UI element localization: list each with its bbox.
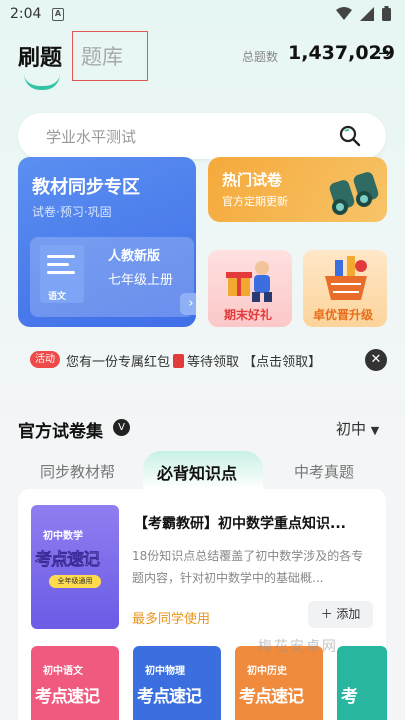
mini-cover-title: 考点速记 (137, 687, 202, 707)
mini-cover-title: 考点速记 (239, 687, 304, 707)
hot-papers-title: 热门试卷 (222, 171, 283, 189)
wifi-icon (336, 6, 352, 20)
search-icon[interactable] (338, 124, 362, 148)
mini-cover-subject: 初中物理 (145, 666, 185, 677)
caret-down-icon: ▼ (370, 424, 380, 437)
book-icon: 语文 (40, 245, 84, 303)
book-subject-label: 语文 (48, 292, 67, 302)
cover-main-title: 考点速记 (35, 550, 101, 571)
red-packet-promo[interactable]: 活动 您有一份专属红包 等待领取 【点击领取】 (30, 349, 365, 371)
textbook-grade: 七年级上册 (108, 273, 174, 288)
activity-badge: 活动 (30, 351, 60, 368)
cell-signal-icon (360, 6, 374, 21)
tab-key-knowledge[interactable]: 必背知识点 (143, 451, 263, 489)
status-bar: 2:04 A (0, 0, 405, 30)
next-cover-image[interactable]: 考 (337, 646, 387, 720)
math-cover-image[interactable]: 初中数学 考点速记 全年级通用 (31, 505, 119, 629)
textbook-sync-title: 教材同步专区 (32, 177, 140, 198)
physics-cover-image[interactable]: 初中物理 考点速记 (133, 646, 221, 720)
battery-icon (382, 6, 391, 21)
add-button[interactable]: ＋ 添加 (308, 601, 373, 628)
list-item-hint: 最多同学使用 (132, 612, 211, 627)
add-button-label: 添加 (336, 607, 361, 621)
search-bar[interactable]: 学业水平测试 (18, 113, 386, 159)
hot-papers-subtitle: 官方定期更新 (222, 195, 288, 208)
gift-icon (226, 261, 272, 302)
close-icon[interactable]: ✕ (365, 349, 387, 371)
mini-cover-title: 考点速记 (35, 687, 100, 707)
mini-cover-title: 考 (341, 687, 358, 707)
promo-text-before: 您有一份专属红包 (66, 355, 171, 370)
cover-pill: 全年级通用 (49, 575, 101, 588)
textbook-edition: 人教新版 (108, 249, 161, 264)
status-time: 2:04 (10, 6, 42, 22)
promo-text-after: 等待领取 【点击领取】 (187, 355, 322, 370)
tab-sync-textbook[interactable]: 同步教材帮 (40, 461, 115, 482)
tab-question-bank-label: 题库 (81, 45, 123, 69)
tab-question-bank[interactable]: 题库 (72, 31, 148, 81)
hot-papers-card[interactable]: 热门试卷 官方定期更新 (208, 157, 387, 222)
search-input[interactable]: 学业水平测试 (46, 126, 136, 147)
watermark: 梅花安卓网 (258, 639, 338, 655)
arrow-right-icon[interactable]: → (378, 44, 391, 62)
list-item-description: 18份知识点总结覆盖了初中数学涉及的各专题内容，针对初中数学中的基础概... (132, 549, 364, 585)
upgrade-label: 卓优晋升级 (313, 308, 374, 322)
basket-icon (325, 256, 367, 300)
verified-badge-icon: V (113, 419, 130, 436)
total-questions-label: 总题数 (242, 50, 279, 64)
cover-subject: 初中数学 (43, 531, 83, 542)
history-cover-image[interactable]: 初中历史 考点速记 (235, 646, 323, 720)
tab-practice[interactable]: 刷题 (18, 40, 62, 72)
level-dropdown-value: 初中 (336, 420, 367, 438)
mini-cover-subject: 初中语文 (43, 666, 83, 677)
notification-icon: A (52, 8, 64, 21)
list-item-title[interactable]: 【考霸教研】初中数学重点知识... (134, 513, 346, 533)
chinese-cover-image[interactable]: 初中语文 考点速记 (31, 646, 119, 720)
status-icons (336, 6, 391, 21)
promo-text[interactable]: 您有一份专属红包 等待领取 【点击领取】 (66, 351, 321, 370)
holiday-gift-label: 期末好礼 (224, 308, 273, 322)
tab-active-indicator (24, 74, 60, 90)
plus-icon: ＋ (320, 607, 333, 621)
binoculars-icon (329, 172, 379, 215)
upgrade-card[interactable]: 卓优晋升级 (303, 250, 387, 327)
level-dropdown[interactable]: 初中 ▼ (336, 418, 379, 439)
tab-exam-papers[interactable]: 中考真题 (294, 461, 354, 482)
textbook-sync-subtitle: 试卷·预习·巩固 (32, 205, 112, 219)
tab-key-knowledge-label: 必背知识点 (157, 464, 238, 483)
red-envelope-icon (173, 354, 185, 368)
textbook-sync-card[interactable]: 教材同步专区 试卷·预习·巩固 语文 人教新版 七年级上册 › (18, 157, 196, 327)
chevron-right-icon[interactable]: › (180, 293, 196, 315)
section-title: 官方试卷集 (18, 422, 103, 442)
mini-cover-subject: 初中历史 (247, 666, 287, 677)
holiday-gift-card[interactable]: 期末好礼 (208, 250, 292, 327)
